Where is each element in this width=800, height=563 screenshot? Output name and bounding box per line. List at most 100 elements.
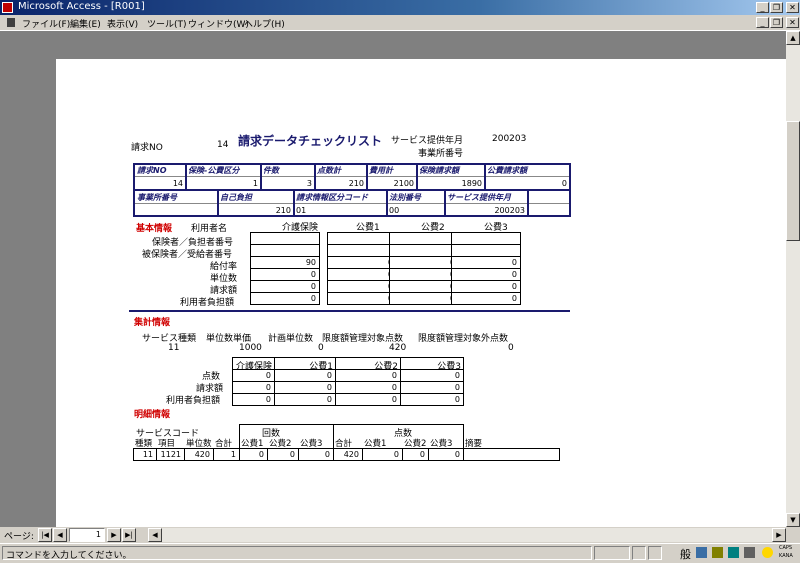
office-no-label: 事業所番号	[418, 149, 464, 159]
first-page-button[interactable]: |◀	[38, 528, 52, 542]
sum-hdr-nonlimit-points: 限度額管理対象外点数	[418, 334, 509, 344]
hdr-office-no: 事業所番号	[137, 193, 177, 202]
basic-cell-value: 0	[511, 270, 517, 279]
prev-page-button[interactable]: ◀	[53, 528, 67, 542]
menu-window[interactable]: ウィンドウ(W)	[188, 17, 249, 30]
last-page-button[interactable]: ▶|	[122, 528, 136, 542]
restore-button[interactable]: ❐	[770, 2, 783, 13]
scroll-up-button[interactable]: ▲	[786, 31, 800, 45]
document-icon[interactable]	[7, 18, 15, 27]
summary-cell: 0	[274, 393, 336, 406]
detail-cell-value: 0	[258, 450, 264, 459]
sum-row-userpay: 利用者負担額	[166, 396, 221, 406]
menu-file[interactable]: ファイル(F)	[22, 17, 70, 30]
hdr-cost-total: 費用計	[369, 166, 393, 175]
hdr-claim-no: 請求NO	[137, 166, 167, 175]
ime-mode-indicator[interactable]: 般	[680, 546, 691, 562]
detail-cell: 0	[402, 448, 429, 461]
sum-val-unit-price: 1000	[239, 343, 262, 353]
menu-view[interactable]: 表示(V)	[107, 17, 138, 30]
page-number-field[interactable]: 1	[69, 528, 105, 542]
kana-indicator: KANA	[779, 553, 793, 559]
status-panel-2	[632, 546, 646, 560]
basic-cell-value: 0	[511, 294, 517, 303]
minimize-button[interactable]: _	[756, 2, 769, 13]
ime-settings-icon[interactable]	[744, 547, 755, 558]
hdr-service-ym: サービス提供年月	[447, 193, 511, 202]
summary-cell-value: 0	[391, 383, 397, 392]
summary-cell-value: 0	[454, 383, 460, 392]
basic-cell: 0	[389, 292, 459, 305]
menu-tools[interactable]: ツール(T)	[147, 17, 187, 30]
vertical-scrollbar[interactable]: ▲ ▼	[786, 31, 800, 527]
next-page-button[interactable]: ▶	[107, 528, 121, 542]
sum-val-plan-units: 0	[318, 343, 324, 353]
scroll-right-button[interactable]: ▶	[772, 528, 786, 542]
status-panel-3	[648, 546, 662, 560]
menu-help[interactable]: ヘルプ(H)	[244, 17, 285, 30]
close-button[interactable]: ✕	[786, 2, 799, 13]
detail-cell: 0	[362, 448, 403, 461]
page-navigation-bar: ページ: |◀ ◀ 1 ▶ ▶| ◀ ▶	[0, 527, 800, 543]
menu-edit[interactable]: 編集(E)	[70, 17, 101, 30]
detail-cell	[463, 448, 560, 461]
summary-cell: 0	[400, 393, 464, 406]
doc-restore-button[interactable]: ❐	[770, 17, 783, 28]
val-insurance-claim: 1890	[461, 179, 482, 188]
basic-cell-value: 0	[310, 270, 316, 279]
service-ym-label: サービス提供年月	[391, 136, 464, 146]
hdr-self-pay: 自己負担	[220, 193, 252, 202]
scroll-thumb[interactable]	[786, 121, 800, 241]
detail-cell: 1	[213, 448, 240, 461]
report-title: 請求データチェックリスト	[238, 134, 383, 148]
detail-cell: 0	[267, 448, 299, 461]
summary-cell-value: 0	[454, 395, 460, 404]
basic-row-userpay: 利用者負担額	[180, 298, 235, 308]
doc-close-button[interactable]: ✕	[786, 17, 799, 28]
detail-cell: 420	[333, 448, 363, 461]
summary-cell-value: 0	[454, 371, 460, 380]
hdr-law-no: 法別番号	[389, 193, 421, 202]
val-service-ym: 200203	[494, 206, 525, 215]
detail-cell-value: 0	[324, 450, 330, 459]
val-claim-no: 14	[172, 179, 183, 188]
title-bar: Microsoft Access - [R001] _ ❐ ✕	[0, 0, 800, 15]
hdr-insurance-claim: 保険請求額	[419, 166, 459, 175]
summary-heading: 集計情報	[134, 318, 171, 328]
detail-heading: 明細情報	[134, 410, 171, 420]
hdr-count: 件数	[263, 166, 279, 175]
doc-minimize-button[interactable]: _	[756, 17, 769, 28]
horizontal-scroll-track[interactable]	[162, 528, 772, 542]
sum-val-limit-points: 420	[389, 343, 407, 353]
basic-cell-value: 0	[511, 282, 517, 291]
summary-cell-value: 0	[326, 395, 332, 404]
basic-cell: 0	[250, 292, 320, 305]
ime-pad-icon[interactable]	[696, 547, 707, 558]
summary-cell-value: 0	[391, 395, 397, 404]
summary-cell: 0	[335, 393, 401, 406]
sum-val-service-type: 11	[168, 343, 180, 353]
ime-tool-icon[interactable]	[728, 547, 739, 558]
val-public-claim: 0	[561, 179, 567, 188]
detail-cell-value: 420	[343, 450, 359, 459]
scroll-left-button[interactable]: ◀	[148, 528, 162, 542]
window-title: Microsoft Access - [R001]	[18, 1, 145, 12]
scroll-down-button[interactable]: ▼	[786, 513, 800, 527]
help-icon[interactable]	[762, 547, 773, 558]
val-insurance-type: 1	[252, 179, 258, 188]
detail-cell-value: 420	[194, 450, 210, 459]
summary-cell-value: 0	[265, 383, 271, 392]
claim-no-value: 14	[217, 140, 229, 150]
ime-dictionary-icon[interactable]	[712, 547, 723, 558]
basic-info-heading: 基本情報	[136, 224, 173, 234]
detail-cell: 0	[239, 448, 268, 461]
detail-cell-value: 1	[230, 450, 236, 459]
detail-cell: 11	[133, 448, 157, 461]
detail-cell: 0	[428, 448, 464, 461]
val-law-no: 00	[389, 206, 400, 215]
report-page: 請求NO 14 請求データチェックリスト サービス提供年月 200203 事業所…	[56, 59, 787, 529]
menu-bar: ファイル(F) 編集(E) 表示(V) ツール(T) ウィンドウ(W) ヘルプ(…	[0, 15, 800, 31]
access-app-icon[interactable]	[2, 2, 13, 13]
detail-cell-value: 0	[393, 450, 399, 459]
hdr-public-claim: 公費請求額	[487, 166, 527, 175]
